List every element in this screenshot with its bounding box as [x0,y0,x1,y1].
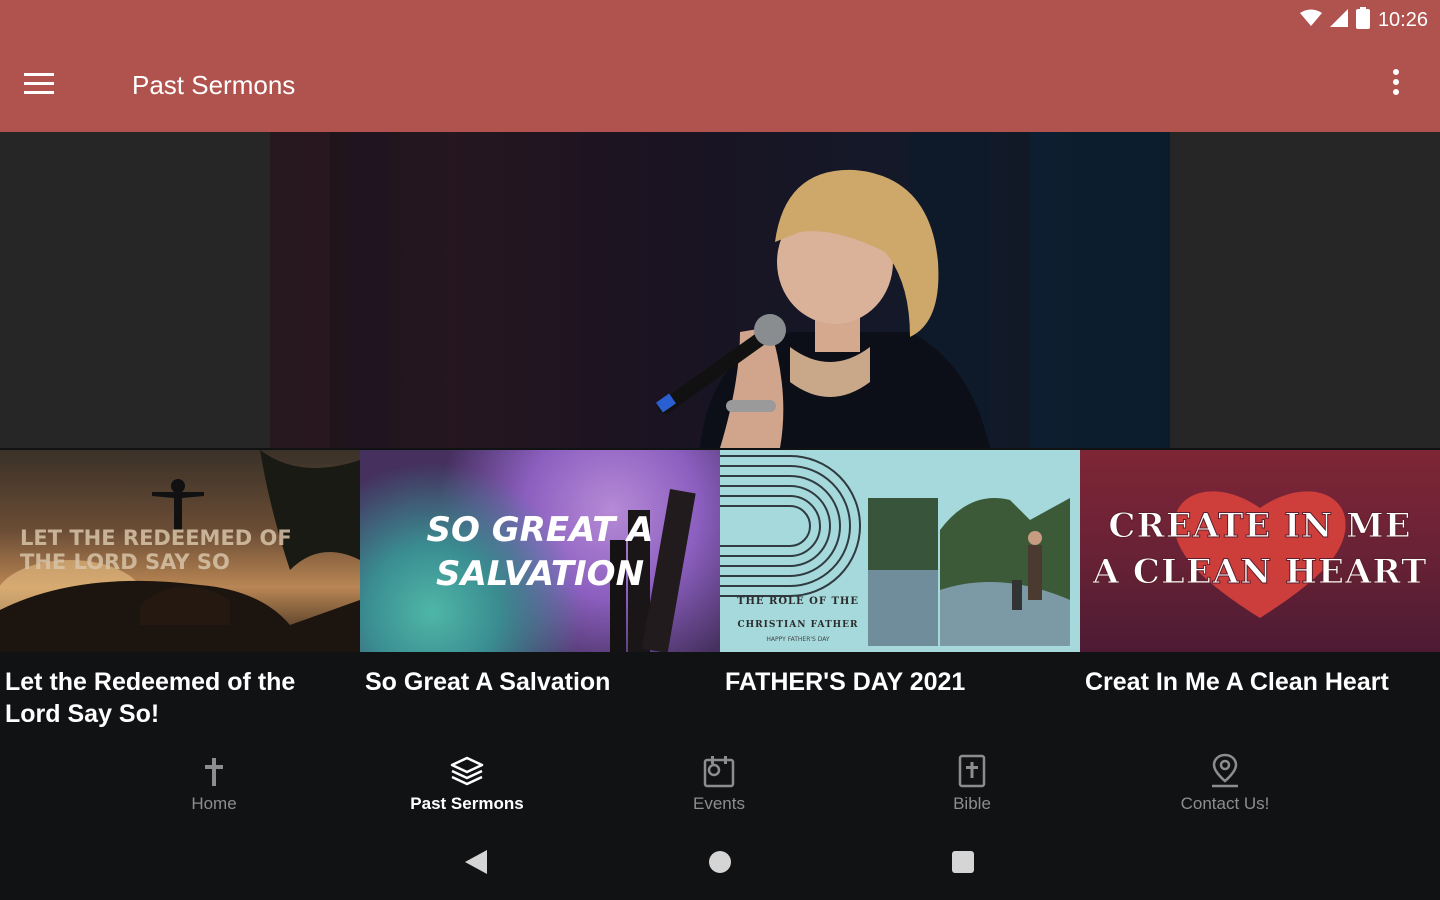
thumbnail-subtitle: THE ROLE OF THE [737,596,859,607]
bible-icon [958,750,986,792]
nav-item-home[interactable]: Home [114,750,314,828]
sermon-card[interactable]: CREATE IN ME A CLEAN HEART Creat In Me A… [1080,450,1440,750]
nav-item-past-sermons[interactable]: Past Sermons [367,750,567,828]
status-bar: 10:26 [0,0,1440,40]
page-title: Past Sermons [132,70,296,100]
nav-label: Past Sermons [410,794,524,813]
bottom-navigation: Home Past Sermons Events Bible Contact U… [0,750,1440,828]
recents-icon [950,849,976,880]
sermon-thumbnail: THE ROLE OF THE CHRISTIAN FATHER HAPPY F… [720,450,1080,652]
sermon-card[interactable]: THE ROLE OF THE CHRISTIAN FATHER HAPPY F… [720,450,1080,750]
back-button[interactable] [456,848,496,880]
sermon-title: FATHER'S DAY 2021 [725,668,966,696]
thumbnail-caption: SO GREAT A SALVATION [426,510,654,594]
thumbnail-tagline: HAPPY FATHER'S DAY [766,636,830,643]
nav-label: Home [191,794,237,813]
thumbnail-caption: LET THE REDEEMED OF THE LORD SAY SO [20,526,292,574]
sermon-title: Let the Redeemed of the Lord Say So! [5,668,296,728]
sermon-title: Creat In Me A Clean Heart [1085,668,1389,696]
battery-icon [1355,6,1370,34]
nav-item-events[interactable]: Events [619,750,819,828]
more-vert-icon [1392,68,1400,108]
overflow-menu-button[interactable] [1376,68,1416,108]
thumbnail-caption: CREATE IN ME [1108,506,1412,547]
sermon-title: So Great A Salvation [365,668,611,696]
home-icon [707,849,733,880]
nav-label: Contact Us! [1180,794,1270,813]
hero-banner [0,132,1440,448]
sermon-card[interactable]: SO GREAT A SALVATION So Great A Salvatio… [360,450,720,750]
sermon-card[interactable]: LET THE REDEEMED OF THE LORD SAY SO Let … [0,450,360,750]
home-button[interactable] [700,848,740,880]
sermon-grid: LET THE REDEEMED OF THE LORD SAY SO Let … [0,450,1440,750]
menu-icon [24,72,54,100]
nav-item-bible[interactable]: Bible [872,750,1072,828]
calendar-icon [702,750,736,792]
location-pin-icon [1208,750,1242,792]
sermon-thumbnail: LET THE REDEEMED OF THE LORD SAY SO [0,450,360,652]
status-time: 10:26 [1377,8,1428,31]
hero-image [270,132,1170,448]
status-icons: 10:26 [1299,6,1428,34]
nav-label: Events [693,794,745,813]
menu-button[interactable] [24,64,84,108]
thumbnail-caption: CHRISTIAN FATHER [737,620,859,630]
thumbnail-caption-2: A CLEAN HEART [1092,552,1428,593]
cross-icon [204,750,224,792]
signal-icon [1329,8,1348,32]
sermon-thumbnail: SO GREAT A SALVATION [360,450,720,652]
wifi-icon [1299,9,1322,32]
nav-label: Bible [953,794,991,813]
recents-button[interactable] [943,848,983,880]
layers-icon [450,750,484,792]
sermon-thumbnail: CREATE IN ME A CLEAN HEART [1080,450,1440,652]
app-bar: Past Sermons [0,40,1440,132]
back-icon [463,848,489,881]
nav-item-contact-us[interactable]: Contact Us! [1125,750,1325,828]
system-navigation-bar [0,828,1440,900]
